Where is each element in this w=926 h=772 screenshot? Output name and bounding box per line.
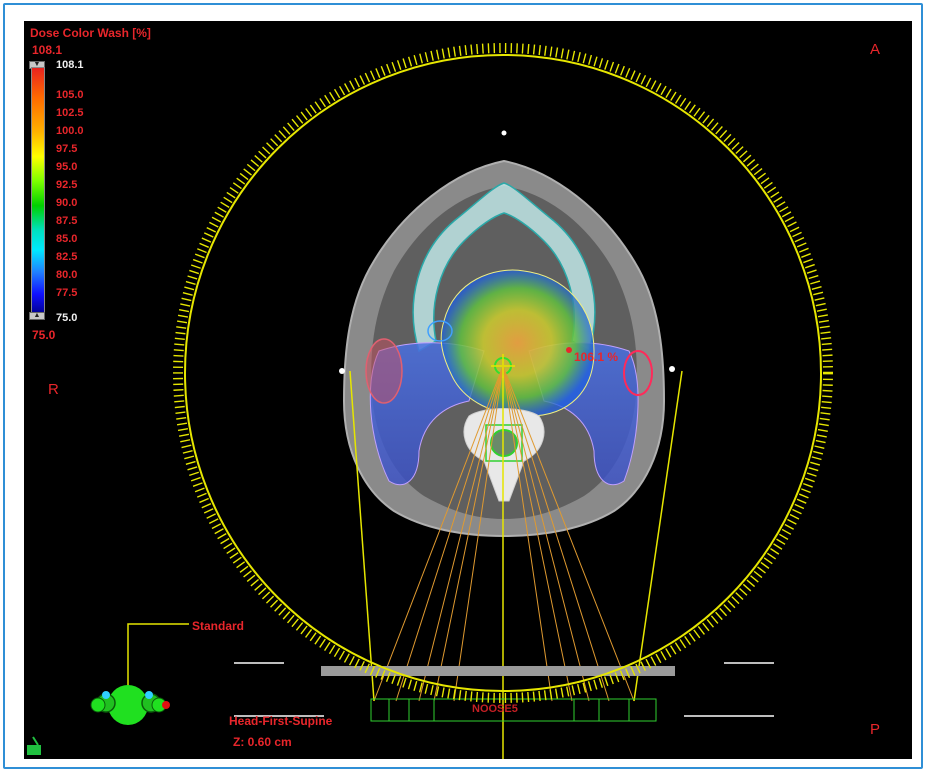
dose-viewport[interactable]: Dose Color Wash [%] 108.1 ▼ ▲ 108.1 105.… [24, 21, 912, 759]
colorbar-tick: 97.5 [56, 143, 78, 155]
colorbar-tick: 82.5 [56, 251, 78, 263]
colorbar-tick: 105.0 [56, 89, 84, 101]
orientation-anterior-label: A [870, 41, 881, 58]
ct-scene [27, 43, 833, 759]
colorbar-tick: 90.0 [56, 197, 78, 209]
colorbar-min-value: 75.0 [56, 312, 78, 324]
colorbar-tick: 80.0 [56, 269, 78, 281]
colorbar-tick: 100.0 [56, 125, 84, 137]
orientation-widget[interactable] [90, 623, 189, 725]
colorbar-gradient [31, 67, 45, 315]
status-icon[interactable] [27, 736, 41, 755]
colorbar-max-value: 108.1 [56, 59, 84, 71]
hotspot-marker[interactable] [566, 347, 572, 353]
colorbar-max-label: 108.1 [32, 43, 63, 57]
orientation-right-label: R [48, 381, 59, 398]
colorbar-title: Dose Color Wash [%] [30, 26, 151, 40]
orientation-posterior-label: P [870, 721, 881, 738]
colorbar-tick: 77.5 [56, 287, 78, 299]
app-frame: Dose Color Wash [%] 108.1 ▼ ▲ 108.1 105.… [3, 3, 923, 769]
colorbar-min-label: 75.0 [32, 328, 56, 342]
slice-position-label: Z: 0.60 cm [233, 735, 292, 749]
couch-label: NOOSE5 [472, 703, 518, 715]
colorbar-min-handle[interactable]: ▲ [29, 312, 45, 320]
colorbar-tick: 85.0 [56, 233, 78, 245]
hotspot-label: 106.1 % [574, 350, 619, 364]
parotid-left [365, 338, 403, 404]
colorbar-tick: 102.5 [56, 107, 84, 119]
view-mode-label[interactable]: Standard [192, 619, 244, 633]
colorbar-tick: 95.0 [56, 161, 78, 173]
patient-position-label: Head-First-Supine [229, 714, 333, 728]
colorbar-tick: 87.5 [56, 215, 78, 227]
colorbar-tick: 92.5 [56, 179, 78, 191]
